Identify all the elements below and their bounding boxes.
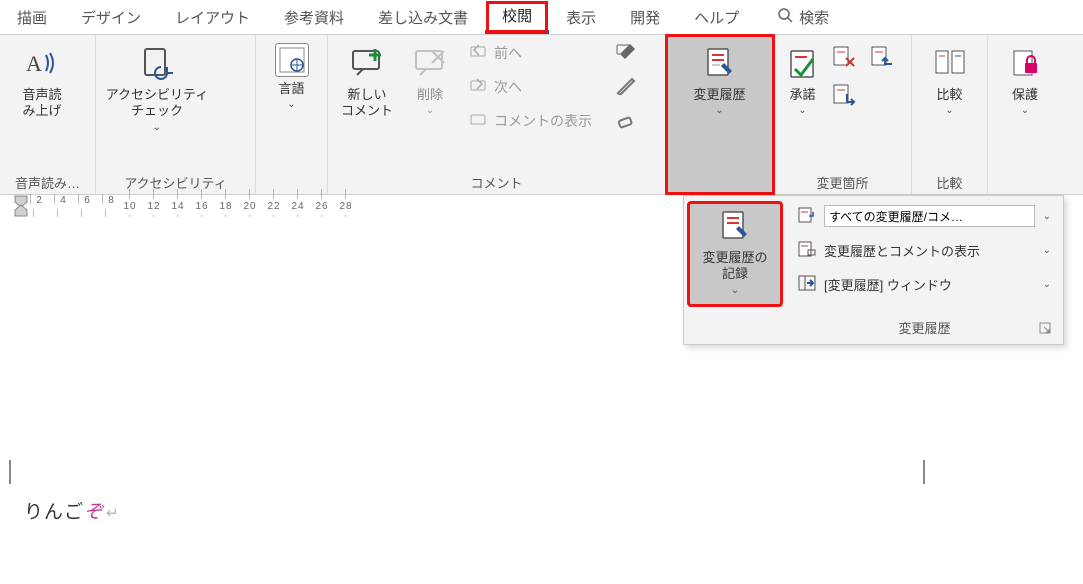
ink-comment-icon xyxy=(616,43,636,64)
compare-icon xyxy=(930,43,970,83)
protect-icon xyxy=(1005,43,1045,83)
ribbon-tabstrip: 描画 デザイン レイアウト 参考資料 差し込み文書 校閲 表示 開発 ヘルプ 検… xyxy=(0,0,1083,35)
track-changes-icon xyxy=(700,43,740,83)
document-text[interactable]: りんごぞ↵ xyxy=(24,497,120,524)
accessibility-check-button[interactable]: アクセシビリティ チェック ⌄ xyxy=(102,39,212,137)
eraser-button[interactable] xyxy=(610,107,642,135)
tab-review[interactable]: 校閲 xyxy=(485,0,549,34)
dropdown-footer-label: 変更履歴 xyxy=(898,318,950,337)
chevron-down-icon: ⌄ xyxy=(426,105,434,116)
tab-developer[interactable]: 開発 xyxy=(613,0,677,34)
show-markup-label: 変更履歴とコメントの表示 xyxy=(824,241,980,260)
accessibility-icon xyxy=(137,43,177,83)
chevron-down-icon: ⌄ xyxy=(153,122,161,133)
next-change-button[interactable] xyxy=(829,79,859,109)
accept-label: 承諾 xyxy=(789,87,815,103)
language-button[interactable]: 言語 ⌄ xyxy=(262,39,321,114)
search-icon xyxy=(777,7,793,27)
svg-text:A: A xyxy=(26,51,42,76)
accept-icon xyxy=(783,43,823,83)
tab-design[interactable]: デザイン xyxy=(64,0,158,34)
display-for-review-select[interactable]: ⌄ xyxy=(792,202,1057,230)
eraser-icon xyxy=(616,111,636,132)
group-label-comments: コメント xyxy=(328,172,665,194)
tab-draw[interactable]: 描画 xyxy=(0,0,64,34)
inserted-text: ぞ xyxy=(84,502,104,523)
chevron-down-icon: ⌄ xyxy=(945,105,953,116)
delete-comment-label: 削除 xyxy=(417,87,443,103)
delete-comment-button[interactable]: 削除 ⌄ xyxy=(402,39,458,120)
compare-label: 比較 xyxy=(936,87,962,103)
group-label-changes: 変更箇所 xyxy=(774,172,911,194)
previous-comment-button[interactable]: 前へ xyxy=(464,39,598,67)
track-changes-record-label: 変更履歴の 記録 xyxy=(702,250,767,283)
page-margin-left xyxy=(9,460,11,484)
chevron-down-icon: ⌄ xyxy=(798,105,806,116)
tab-mailings[interactable]: 差し込み文書 xyxy=(361,0,485,34)
chevron-down-icon: ⌄ xyxy=(1043,245,1051,256)
reviewing-pane-label: [変更履歴] ウィンドウ xyxy=(824,275,952,294)
group-label-compare: 比較 xyxy=(912,172,987,194)
protect-label: 保護 xyxy=(1012,87,1038,103)
track-changes-record-button[interactable]: 変更履歴の 記録 ⌄ xyxy=(688,202,782,306)
reject-button[interactable] xyxy=(829,41,859,71)
ink-comment-button[interactable] xyxy=(610,39,642,67)
reviewing-pane-button[interactable]: [変更履歴] ウィンドウ ⌄ xyxy=(792,270,1057,298)
previous-comment-label: 前へ xyxy=(494,43,522,63)
read-aloud-icon: A xyxy=(22,43,62,83)
show-comments-button[interactable]: コメントの表示 xyxy=(464,107,598,135)
search-label: 検索 xyxy=(799,7,829,28)
display-for-review-icon xyxy=(798,206,816,227)
group-label-protect xyxy=(988,172,1062,194)
read-aloud-button[interactable]: A 音声読 み上げ xyxy=(6,39,78,124)
delete-comment-icon xyxy=(410,43,450,83)
pen-button[interactable] xyxy=(610,73,642,101)
chevron-down-icon: ⌄ xyxy=(287,99,295,110)
show-markup-icon xyxy=(798,240,816,261)
next-comment-icon xyxy=(470,78,488,97)
accessibility-label: アクセシビリティ チェック xyxy=(106,87,209,120)
track-changes-button[interactable]: 変更履歴 ⌄ xyxy=(672,39,767,120)
chevron-down-icon: ⌄ xyxy=(1021,105,1029,116)
reviewing-pane-icon xyxy=(798,274,816,295)
page-margin-right xyxy=(923,460,925,484)
display-for-review-value[interactable] xyxy=(824,205,1035,227)
tab-layout[interactable]: レイアウト xyxy=(158,0,267,34)
next-comment-button[interactable]: 次へ xyxy=(464,73,598,101)
track-changes-record-icon xyxy=(715,206,755,246)
protect-button[interactable]: 保護 ⌄ xyxy=(994,39,1056,120)
paragraph-mark-icon: ↵ xyxy=(106,506,120,522)
new-comment-button[interactable]: 新しい コメント xyxy=(334,39,400,124)
chevron-down-icon: ⌄ xyxy=(715,105,723,116)
chevron-down-icon: ⌄ xyxy=(1043,279,1051,290)
previous-comment-icon xyxy=(470,44,488,63)
new-comment-label: 新しい コメント xyxy=(341,87,393,120)
show-markup-button[interactable]: 変更履歴とコメントの表示 ⌄ xyxy=(792,236,1057,264)
search-box[interactable]: 検索 xyxy=(760,0,846,34)
previous-change-button[interactable] xyxy=(867,41,897,71)
chevron-down-icon: ⌄ xyxy=(1043,211,1051,222)
language-label: 言語 xyxy=(278,81,304,97)
chevron-down-icon: ⌄ xyxy=(731,285,739,296)
show-comments-label: コメントの表示 xyxy=(494,111,592,131)
next-comment-label: 次へ xyxy=(494,77,522,97)
tab-help[interactable]: ヘルプ xyxy=(677,0,756,34)
compare-button[interactable]: 比較 ⌄ xyxy=(918,39,981,120)
body-run: りんご xyxy=(24,502,84,523)
accept-button[interactable]: 承諾 ⌄ xyxy=(780,39,825,120)
new-comment-icon xyxy=(347,43,387,83)
language-icon xyxy=(275,43,309,77)
group-label-tracking xyxy=(666,172,773,194)
ribbon: A 音声読 み上げ 音声読み… アクセシビリティ チェック ⌄ アクセシビリティ xyxy=(0,35,1083,195)
track-changes-label: 変更履歴 xyxy=(693,87,745,103)
track-changes-dropdown: 変更履歴の 記録 ⌄ ⌄ 変更履歴とコメントの表示 ⌄ [変更履歴] ウィンドウ… xyxy=(683,195,1064,345)
tab-view[interactable]: 表示 xyxy=(549,0,613,34)
pen-icon xyxy=(616,77,636,98)
dialog-launcher-icon[interactable] xyxy=(1039,322,1053,336)
indent-marker[interactable] xyxy=(14,195,28,217)
tab-references[interactable]: 参考資料 xyxy=(267,0,361,34)
show-comments-icon xyxy=(470,112,488,131)
read-aloud-label: 音声読 み上げ xyxy=(22,87,61,120)
